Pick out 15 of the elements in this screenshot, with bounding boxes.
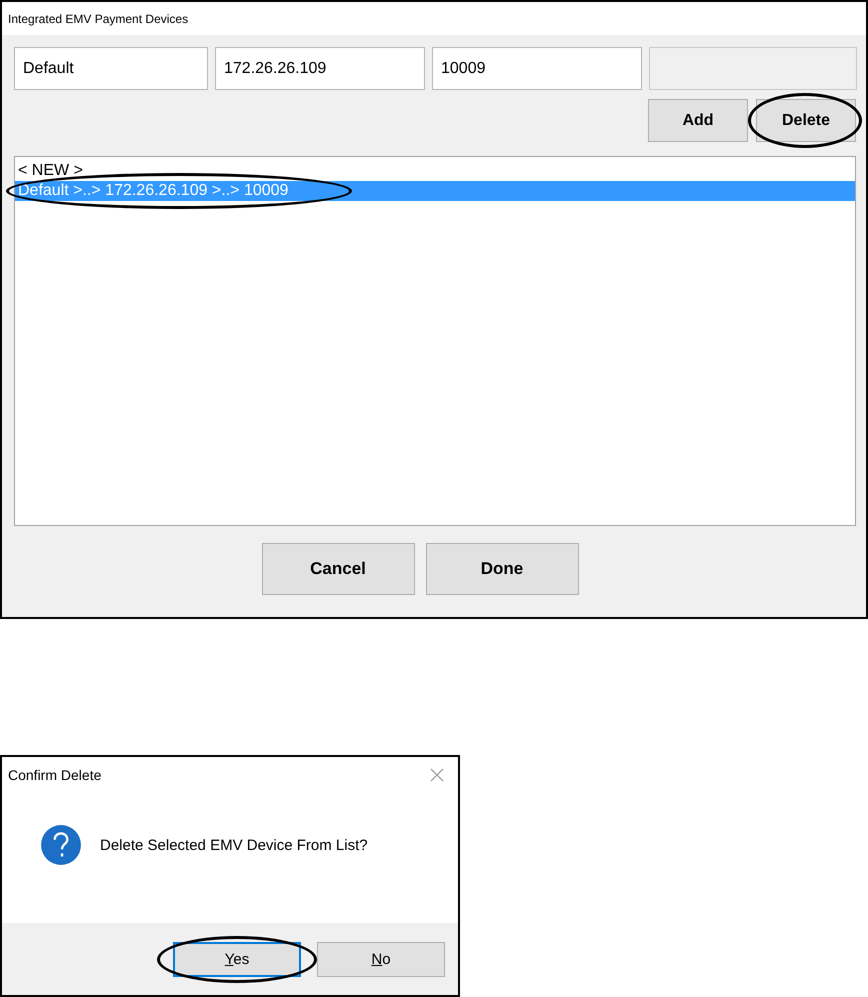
- input-field[interactable]: 10009: [432, 47, 642, 90]
- window-title: Confirm Delete: [8, 767, 102, 783]
- question-icon: [40, 824, 82, 866]
- button[interactable]: Cancel: [262, 543, 414, 595]
- close-icon[interactable]: [430, 768, 444, 782]
- window-title: Integrated EMV Payment Devices: [8, 12, 188, 26]
- input-field[interactable]: 172.26.26.109: [215, 47, 425, 90]
- input-field[interactable]: Default: [14, 47, 208, 90]
- button[interactable]: No: [317, 942, 445, 976]
- button[interactable]: Add: [648, 99, 748, 142]
- list-item[interactable]: < NEW >: [15, 161, 855, 181]
- button[interactable]: Delete: [756, 99, 856, 142]
- message-text: Delete Selected EMV Device From List?: [100, 836, 368, 854]
- button[interactable]: Done: [426, 543, 578, 595]
- button[interactable]: Yes: [173, 942, 301, 976]
